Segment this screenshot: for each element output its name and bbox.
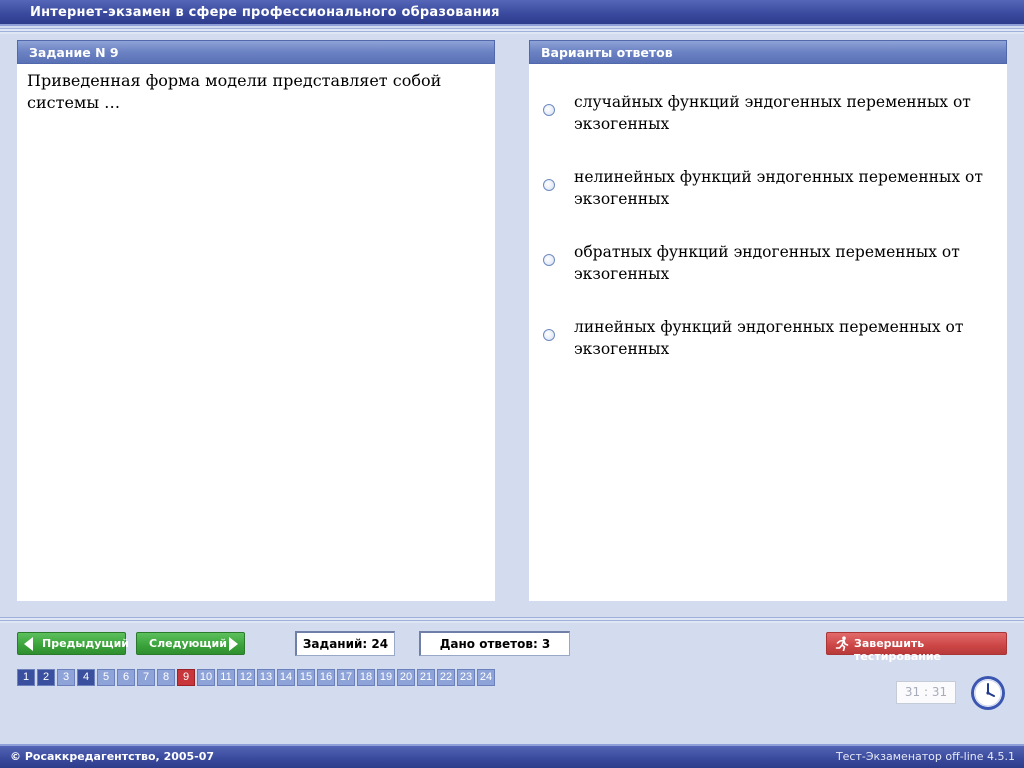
nav-item-19[interactable]: 19 [377, 669, 395, 686]
nav-item-9[interactable]: 9 [177, 669, 195, 686]
question-text: Приведенная форма модели представляет со… [27, 71, 442, 112]
top-stripes [0, 28, 1024, 34]
arrow-left-icon [24, 637, 33, 651]
nav-item-3[interactable]: 3 [57, 669, 75, 686]
nav-item-4[interactable]: 4 [77, 669, 95, 686]
finish-test-button[interactable]: Завершить тестирование [826, 632, 1007, 663]
nav-item-12[interactable]: 12 [237, 669, 255, 686]
question-panel-header: Задание N 9 [17, 40, 495, 64]
answer-option-4[interactable]: линейных функций эндогенных переменных о… [543, 316, 993, 366]
app-title: Интернет-экзамен в сфере профессионально… [30, 5, 500, 20]
answer-label: случайных функций эндогенных переменных … [574, 93, 971, 133]
nav-item-23[interactable]: 23 [457, 669, 475, 686]
answer-label: нелинейных функций эндогенных переменных… [574, 168, 983, 208]
nav-item-24[interactable]: 24 [477, 669, 495, 686]
answer-label: линейных функций эндогенных переменных о… [574, 318, 964, 358]
nav-item-2[interactable]: 2 [37, 669, 55, 686]
app-title-bar: Интернет-экзамен в сфере профессионально… [0, 0, 1024, 26]
previous-button[interactable]: Предыдущий [17, 632, 130, 655]
nav-item-5[interactable]: 5 [97, 669, 115, 686]
bottom-stripes [0, 617, 1024, 623]
nav-item-21[interactable]: 21 [417, 669, 435, 686]
copyright-text: © Росаккредагентство, 2005-07 [10, 750, 215, 763]
running-man-icon [835, 636, 849, 651]
nav-item-13[interactable]: 13 [257, 669, 275, 686]
nav-item-10[interactable]: 10 [197, 669, 215, 686]
nav-item-18[interactable]: 18 [357, 669, 375, 686]
next-button-label: Следующий [149, 637, 227, 650]
answer-radio[interactable] [543, 179, 555, 191]
version-text: Тест-Экзаменатор off-line 4.5.1 [835, 750, 1015, 763]
arrow-right-icon [229, 637, 238, 651]
clock-icon [971, 676, 1005, 710]
tasks-count: Заданий: 24 [295, 631, 395, 656]
answers-panel: Варианты ответов случайных функций эндог… [529, 40, 1007, 601]
previous-button-label: Предыдущий [42, 637, 130, 650]
nav-item-7[interactable]: 7 [137, 669, 155, 686]
answer-radio[interactable] [543, 104, 555, 116]
nav-item-20[interactable]: 20 [397, 669, 415, 686]
answer-option-2[interactable]: нелинейных функций эндогенных переменных… [543, 166, 993, 216]
question-panel: Задание N 9 Приведенная форма модели пре… [17, 40, 495, 601]
finish-test-label: Завершить тестирование [854, 637, 942, 663]
timer-display: 31 : 31 [896, 681, 956, 704]
nav-item-14[interactable]: 14 [277, 669, 295, 686]
answers-panel-header: Варианты ответов [529, 40, 1007, 64]
answer-option-1[interactable]: случайных функций эндогенных переменных … [543, 91, 993, 141]
answer-radio[interactable] [543, 329, 555, 341]
next-button[interactable]: Следующий [136, 632, 245, 655]
nav-item-1[interactable]: 1 [17, 669, 35, 686]
nav-item-22[interactable]: 22 [437, 669, 455, 686]
answer-option-3[interactable]: обратных функций эндогенных переменных о… [543, 241, 993, 291]
nav-item-8[interactable]: 8 [157, 669, 175, 686]
status-bar: © Росаккредагентство, 2005-07 Тест-Экзам… [0, 744, 1024, 768]
nav-item-6[interactable]: 6 [117, 669, 135, 686]
nav-item-11[interactable]: 11 [217, 669, 235, 686]
nav-item-16[interactable]: 16 [317, 669, 335, 686]
answer-radio[interactable] [543, 254, 555, 266]
answered-count: Дано ответов: 3 [419, 631, 570, 656]
nav-item-17[interactable]: 17 [337, 669, 355, 686]
nav-item-15[interactable]: 15 [297, 669, 315, 686]
answer-label: обратных функций эндогенных переменных о… [574, 243, 960, 283]
